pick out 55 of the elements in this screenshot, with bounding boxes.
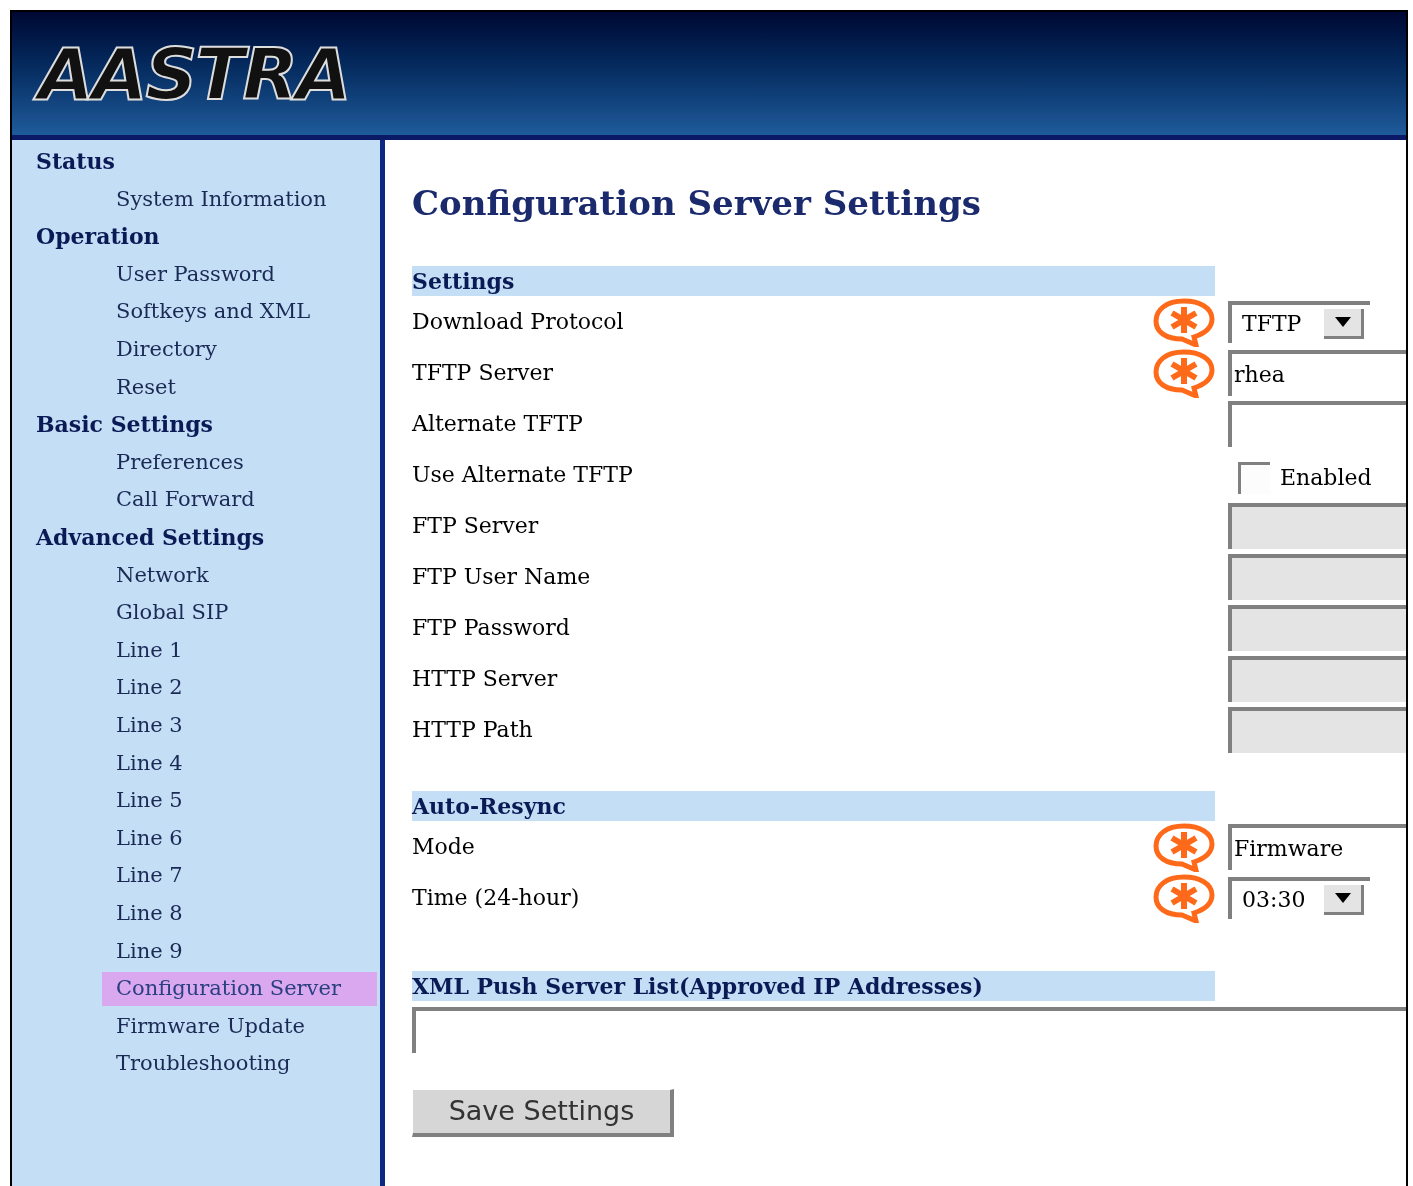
sidebar-link[interactable]: Line 6 [102,821,183,856]
section-header: Auto-Resync [412,791,1215,821]
sidebar-link[interactable]: Network [102,558,209,593]
sidebar-link[interactable]: Reset [102,370,176,405]
sidebar-link[interactable]: Line 3 [102,708,183,743]
sidebar-link[interactable]: Line 4 [102,746,183,781]
sidebar-heading: Operation [36,222,160,252]
required-icon [1152,296,1216,347]
section-header: XML Push Server List(Approved IP Addresses) [412,971,1215,1001]
sidebar-link[interactable]: Preferences [102,445,244,480]
sidebar-link[interactable]: Global SIP [102,595,229,630]
sidebar-link[interactable]: Line 1 [102,633,183,668]
caret-icon [1324,308,1364,339]
text-field[interactable] [1228,400,1406,447]
dropdown[interactable]: TFTP [1228,300,1370,343]
sidebar-link[interactable]: Call Forward [102,483,255,518]
text-field[interactable]: Firmware [1228,823,1406,870]
field-label: Mode [412,833,476,861]
section-header: Settings [412,266,1215,296]
required-icon [1152,872,1216,923]
checkbox-label: Enabled [1280,464,1372,492]
dropdown[interactable]: 03:30 [1228,876,1370,919]
sidebar-link[interactable]: Line 9 [102,934,183,969]
field-label: HTTP Server [412,665,559,693]
sidebar-link[interactable]: System Information [102,182,327,217]
field-label: Use Alternate TFTP [412,461,634,489]
sidebar-link[interactable]: Line 2 [102,671,183,706]
sidebar-link[interactable]: Softkeys and XML [102,295,311,330]
text-field[interactable] [412,1007,1406,1053]
field-label: Alternate TFTP [412,410,584,438]
text-field[interactable]: rhea [1228,349,1406,396]
save-button[interactable]: Save Settings [412,1089,674,1137]
sidebar-link[interactable]: Configuration Server [102,971,377,1006]
required-icon [1152,821,1216,872]
sidebar-link[interactable]: User Password [102,257,275,292]
sidebar-heading: Advanced Settings [36,523,265,553]
caret-icon [1324,884,1364,915]
logo: AASTRA [30,28,358,119]
sidebar-link[interactable]: Line 7 [102,859,183,894]
field-label: FTP User Name [412,563,592,591]
field-label: FTP Password [412,614,571,642]
sidebar-link[interactable]: Directory [102,332,217,367]
field-label: FTP Server [412,512,540,540]
field-label: Download Protocol [412,308,625,336]
sidebar-link[interactable]: Firmware Update [102,1009,305,1044]
required-icon [1152,347,1216,398]
sidebar-heading: Status [36,147,115,177]
sidebar-link[interactable]: Line 5 [102,783,183,818]
sidebar-heading: Basic Settings [36,410,213,440]
field-label: HTTP Path [412,716,534,744]
page-title: Configuration Server Settings [412,182,982,225]
field-label: TFTP Server [412,359,554,387]
field-label: Time (24-hour) [412,884,581,912]
sidebar-link[interactable]: Troubleshooting [102,1047,291,1082]
sidebar-link[interactable]: Line 8 [102,896,183,931]
